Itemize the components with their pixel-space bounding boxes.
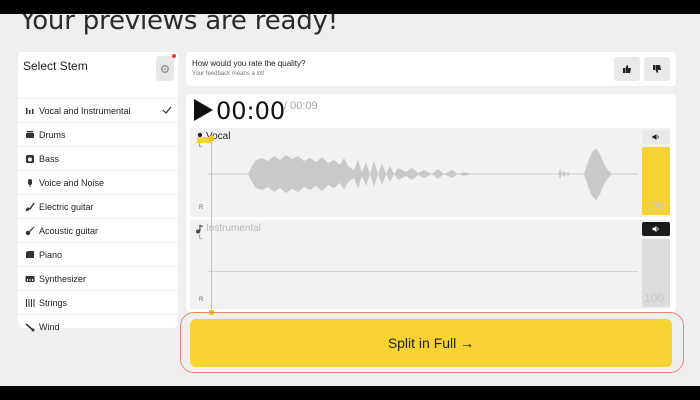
feedback-question: How would you rate the quality? (192, 59, 306, 68)
instrumental-mute-button[interactable] (642, 222, 670, 236)
instrumental-volume-value: 100 (644, 291, 665, 305)
speaker-icon (652, 226, 659, 232)
strings-icon (25, 298, 35, 308)
left-channel-label: L (199, 143, 203, 149)
stem-item-voice-noise[interactable]: Voice and Noise (18, 171, 178, 195)
wind-icon (25, 322, 35, 332)
stem-item-label: Bass (39, 153, 60, 164)
vocal-track[interactable]: Vocal L R 100 (190, 128, 670, 217)
stem-item-vocal-instrumental[interactable]: Vocal and Instrumental (18, 99, 178, 123)
player-panel: 00:00 / 00:09 Vocal L R 100 Instrumental… (186, 94, 676, 315)
stem-item-label: Vocal and Instrumental (39, 105, 131, 116)
thumbs-down-button[interactable] (644, 57, 670, 81)
stem-header: Select Stem (18, 52, 178, 99)
stem-item-label: Piano (39, 249, 63, 260)
thumbs-up-icon (623, 65, 631, 73)
left-channel-label: L (199, 235, 203, 241)
bass-icon (25, 154, 35, 164)
stem-item-drums[interactable]: Drums (18, 123, 178, 147)
stem-item-piano[interactable]: Piano (18, 243, 178, 267)
stem-item-label: Acoustic guitar (39, 225, 99, 236)
stem-item-label: Wind (39, 322, 60, 332)
stem-panel-title: Select Stem (23, 59, 88, 73)
electric-guitar-icon (25, 202, 35, 212)
speaker-icon (652, 134, 659, 140)
vocal-mute-button[interactable] (642, 130, 670, 144)
stem-item-wind[interactable]: Wind (18, 315, 178, 339)
stem-item-electric-guitar[interactable]: Electric guitar (18, 195, 178, 219)
gear-icon (160, 64, 170, 73)
vocal-waveform (208, 148, 638, 200)
right-channel-label: R (199, 297, 204, 303)
stem-item-label: Voice and Noise (39, 177, 105, 188)
thumbs-down-icon (653, 65, 661, 73)
vocal-volume-value: 100 (644, 199, 665, 213)
music-note-icon (196, 224, 203, 233)
instrumental-track-label: Instrumental (195, 223, 261, 234)
stem-item-bass[interactable]: Bass (18, 147, 178, 171)
voice-noise-icon (25, 178, 35, 188)
acoustic-guitar-icon (25, 226, 35, 236)
drums-icon (25, 130, 35, 140)
track-name: Instrumental (206, 223, 262, 234)
stem-item-strings[interactable]: Strings (18, 291, 178, 315)
stem-item-label: Strings (39, 297, 68, 308)
play-icon (194, 99, 213, 121)
app-frame: Your previews are ready! Select Stem Voc… (0, 14, 700, 386)
stem-item-acoustic-guitar[interactable]: Acoustic guitar (18, 219, 178, 243)
playhead-line[interactable] (211, 138, 212, 314)
check-icon (162, 106, 172, 114)
piano-icon (25, 250, 35, 260)
notification-dot (172, 54, 176, 58)
vocal-instrumental-icon (25, 106, 35, 116)
settings-button[interactable] (156, 54, 176, 81)
right-channel-label: R (199, 205, 204, 211)
stem-item-synthesizer[interactable]: Synthesizer (18, 267, 178, 291)
stem-item-label: Electric guitar (39, 201, 94, 212)
feedback-subtitle: Your feedback means a lot! (192, 71, 265, 77)
instrumental-track[interactable]: Instrumental L R 100 (190, 220, 670, 309)
page-title: Your previews are ready! (20, 14, 338, 36)
feedback-card: How would you rate the quality? Your fee… (186, 52, 676, 86)
playhead-handle-top[interactable] (209, 136, 214, 141)
split-in-full-button[interactable]: Split in Full → (190, 319, 672, 367)
synthesizer-icon (25, 274, 35, 284)
total-time: / 00:09 (284, 100, 318, 112)
thumbs-up-button[interactable] (614, 57, 640, 81)
stem-item-label: Drums (39, 129, 66, 140)
play-button[interactable] (192, 98, 214, 122)
instrumental-waveform (208, 271, 638, 272)
stem-item-label: Synthesizer (39, 273, 87, 284)
stem-panel: Select Stem Vocal and Instrumental Drums… (18, 52, 178, 332)
current-time: 00:00 (216, 97, 286, 125)
